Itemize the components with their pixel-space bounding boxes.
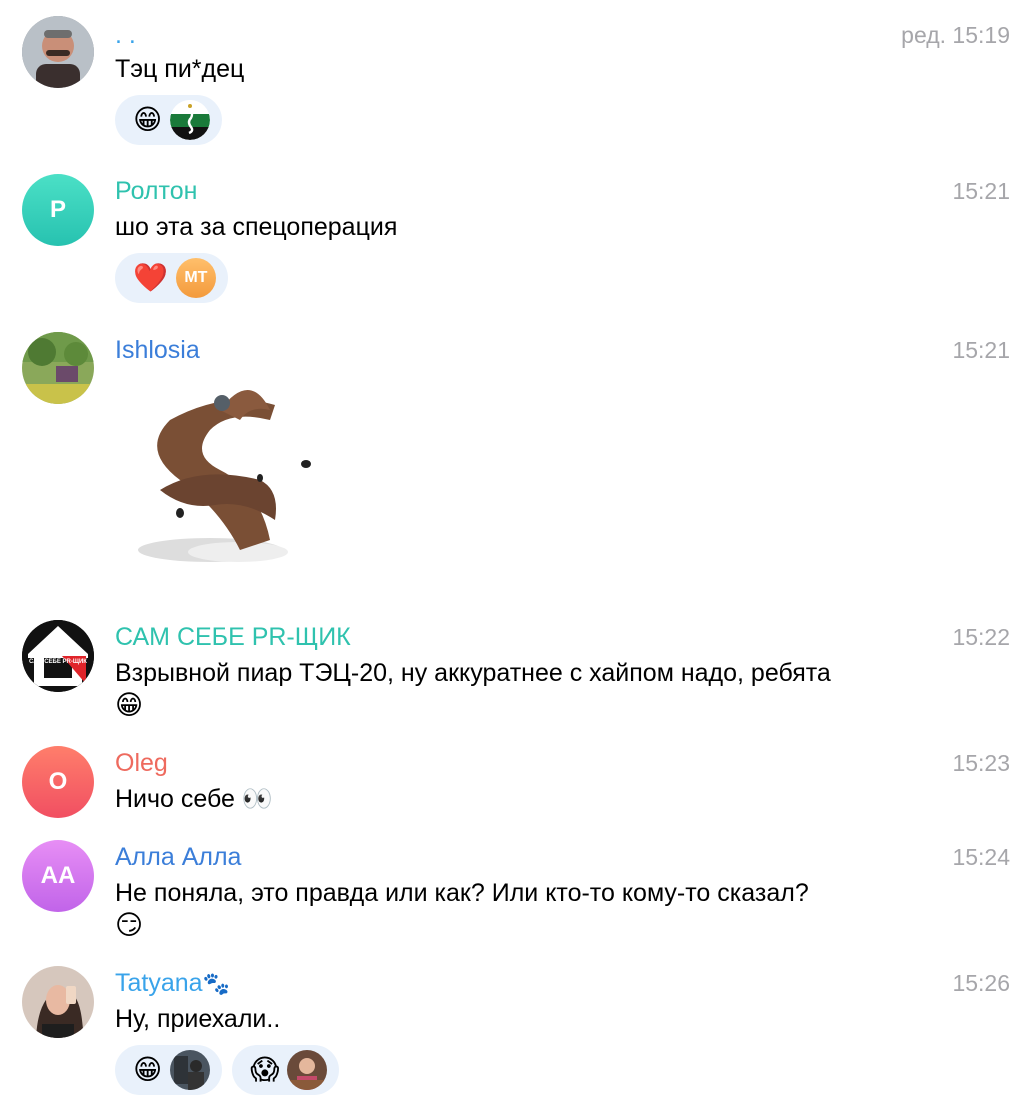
reactor-avatar: МТ [175, 258, 216, 298]
message-time: 15:23 [952, 750, 1010, 776]
photo-avatar-icon [287, 1050, 328, 1090]
author-name[interactable]: Tatyana🐾 [115, 968, 230, 999]
message-text: Ну, приехали.. [115, 1005, 281, 1033]
message-text: Ничо себе 👀 [115, 785, 274, 813]
message-time: 15:21 [952, 178, 1010, 204]
reaction-emoji: 😁 [133, 1054, 163, 1085]
reaction-chip[interactable]: 😁 [115, 95, 223, 145]
reactions: 😁 😱 [115, 1045, 340, 1095]
logo-text: САМ СЕБЕ PR-ЩИК [29, 659, 87, 665]
reactor-initials: МТ [184, 269, 208, 286]
sticker[interactable] [130, 380, 330, 580]
message-text-line-1: Не поняла, это правда или как? Или кто-т… [115, 879, 809, 907]
author-name[interactable]: Ролтон [115, 176, 197, 206]
message-text: Тэц пи*дец [115, 55, 245, 83]
message-text-line-2: 😏 [115, 910, 144, 940]
portrait-avatar-icon [22, 966, 94, 1038]
author-name[interactable]: Ishlosia [115, 335, 200, 365]
avatar-dots[interactable] [22, 16, 94, 88]
reaction-emoji: ❤️ [133, 262, 168, 293]
avatar-pr[interactable]: САМ СЕБЕ PR-ЩИК [22, 620, 94, 692]
avatar-initials: O [48, 768, 68, 795]
message-time: 15:21 [952, 337, 1010, 363]
reactor-avatar [170, 100, 211, 140]
landscape-avatar-icon [22, 332, 94, 404]
paw-emoji: 🐾 [202, 971, 230, 996]
reaction-chip[interactable]: 😁 [115, 1045, 223, 1095]
message-time: ред. 15:19 [901, 22, 1010, 48]
author-name[interactable]: . . [115, 20, 136, 50]
reaction-chip[interactable]: 😱 [232, 1045, 340, 1095]
author-name[interactable]: Oleg [115, 748, 168, 778]
avatar-initials: АА [40, 862, 76, 889]
photo-avatar-icon [170, 1050, 211, 1090]
flag-avatar-icon [170, 100, 211, 140]
author-name[interactable]: Алла Алла [115, 842, 241, 872]
avatar-tatyana[interactable] [22, 966, 94, 1038]
house-logo-icon: САМ СЕБЕ PR-ЩИК [22, 620, 94, 692]
reactions: ❤️ МТ [115, 253, 228, 303]
brown-animal-sticker-icon [138, 390, 311, 562]
reactions: 😁 [115, 95, 223, 145]
message-time: 15:22 [952, 624, 1010, 650]
message-time: 15:26 [952, 970, 1010, 996]
message-time: 15:24 [952, 844, 1010, 870]
message-text: шо эта за спецоперация [115, 213, 398, 241]
portrait-avatar-icon [22, 16, 94, 88]
author-name-text: Tatyana [115, 969, 203, 997]
message-text-line-1: Взрывной пиар ТЭЦ-20, ну аккуратнее с ха… [115, 659, 831, 687]
author-name[interactable]: САМ СЕБЕ PR-ЩИК [115, 622, 351, 652]
reactor-avatar [287, 1050, 328, 1090]
reaction-chip[interactable]: ❤️ МТ [115, 253, 228, 303]
avatar-initials: Р [49, 196, 66, 223]
reaction-emoji: 😱 [250, 1054, 280, 1085]
reactor-avatar [170, 1050, 211, 1090]
message-text-line-2: 😁 [115, 690, 144, 720]
reaction-emoji: 😁 [133, 104, 163, 135]
avatar-rolton[interactable]: Р [22, 174, 94, 246]
avatar-oleg[interactable]: O [22, 746, 94, 818]
avatar-alla[interactable]: АА [22, 840, 94, 912]
avatar-ishlosia[interactable] [22, 332, 94, 404]
